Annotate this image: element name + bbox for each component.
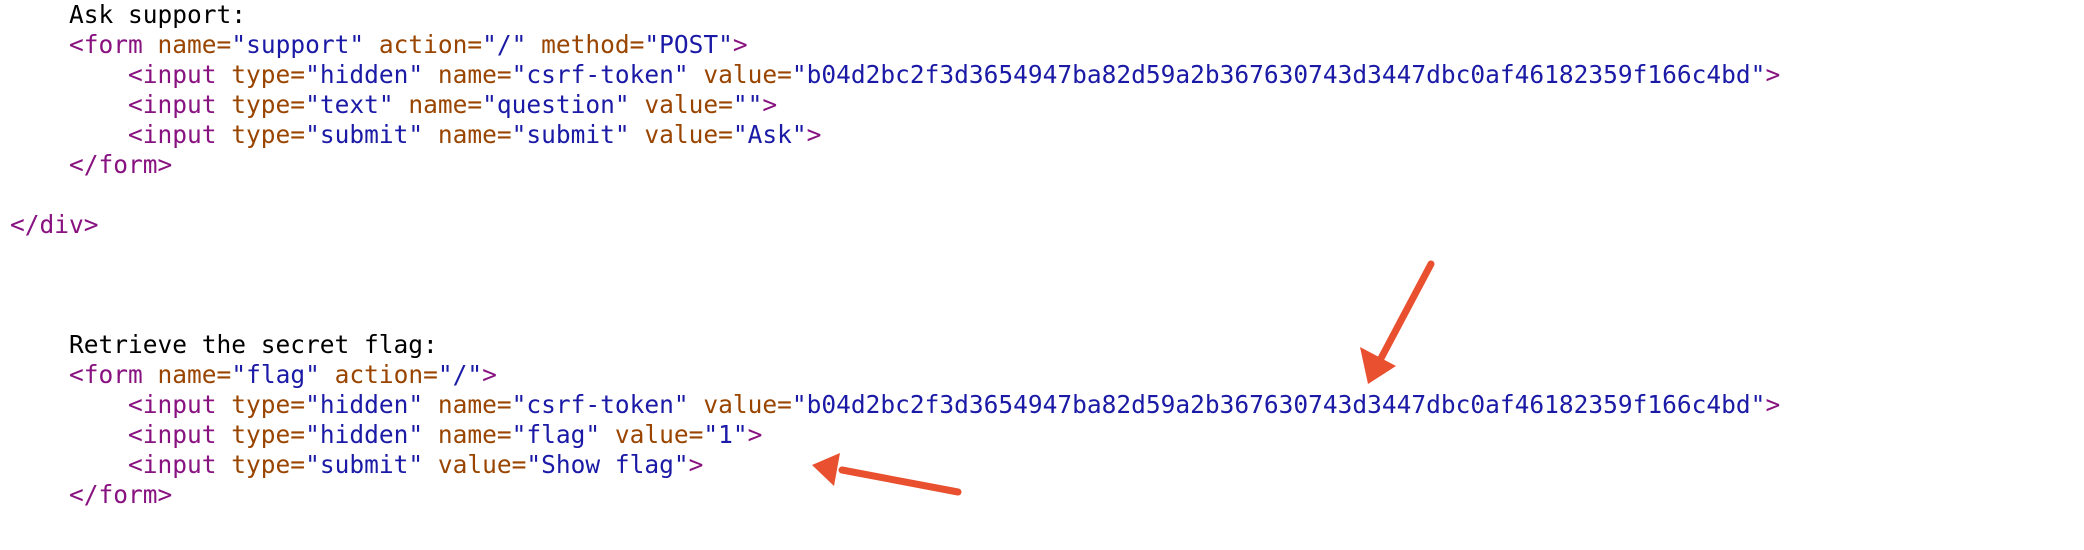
tag-open: <input — [128, 120, 217, 149]
tag-close: > — [747, 420, 763, 449]
source-line: <form name="support" action="/" method="… — [10, 30, 1780, 60]
div-close-tag: </div> — [10, 210, 99, 239]
attribute-name: name= — [437, 120, 512, 149]
attribute-value: "question" — [482, 90, 630, 119]
attribute-value: "submit" — [305, 120, 424, 149]
attribute-value: "hidden" — [305, 60, 424, 89]
attribute-value: "hidden" — [305, 420, 424, 449]
attribute-value: "csrf-token" — [511, 60, 689, 89]
tag-close: > — [806, 120, 822, 149]
attribute-name: value= — [703, 390, 792, 419]
tag-close: > — [482, 360, 497, 389]
source-line: <input type="submit" value="Show flag"> — [10, 450, 1780, 480]
attribute-value: "support" — [231, 30, 365, 59]
attribute-name: type= — [231, 120, 306, 149]
source-line: <input type="hidden" name="flag" value="… — [10, 420, 1780, 450]
source-line: Retrieve the secret flag: — [10, 330, 1780, 360]
tag-open: <input — [128, 60, 217, 89]
attribute-value: "csrf-token" — [511, 390, 689, 419]
attribute-name: method= — [541, 30, 645, 59]
tag-open: <input — [128, 450, 217, 479]
csrf-token-value: "b04d2bc2f3d3654947ba82d59a2b367630743d3… — [791, 60, 1766, 89]
tag-open: <form — [69, 360, 143, 389]
source-line: <input type="submit" name="submit" value… — [10, 120, 1780, 150]
form-close-tag: </form> — [69, 150, 173, 179]
attribute-name: name= — [437, 390, 512, 419]
attribute-name: action= — [334, 360, 438, 389]
attribute-value: "flag" — [511, 420, 601, 449]
flag-label: Retrieve the secret flag: — [69, 330, 438, 359]
tag-open: <input — [128, 420, 217, 449]
attribute-name: value= — [644, 120, 733, 149]
attribute-value: "submit" — [511, 120, 630, 149]
page-source-view: Ask support: <form name="support" action… — [10, 0, 1780, 510]
attribute-name: value= — [644, 90, 733, 119]
source-line: <input type="hidden" name="csrf-token" v… — [10, 390, 1780, 420]
attribute-value: "submit" — [305, 450, 424, 479]
attribute-name: action= — [378, 30, 483, 59]
source-line: </form> — [10, 150, 1780, 180]
tag-close: > — [762, 90, 778, 119]
attribute-name: type= — [231, 60, 306, 89]
attribute-name: name= — [157, 360, 232, 389]
tag-open: <input — [128, 390, 217, 419]
attribute-name: type= — [231, 420, 306, 449]
tag-close: > — [1765, 390, 1781, 419]
attribute-value: "1" — [703, 420, 748, 449]
source-line: <input type="text" name="question" value… — [10, 90, 1780, 120]
tag-close: > — [688, 450, 704, 479]
attribute-value: "hidden" — [305, 390, 424, 419]
attribute-name: name= — [157, 30, 232, 59]
tag-close: > — [1765, 60, 1781, 89]
attribute-value: "/" — [482, 30, 527, 59]
source-line: Ask support: — [10, 0, 1780, 30]
attribute-name: name= — [408, 90, 483, 119]
show-flag-value: "Show flag" — [526, 450, 689, 479]
attribute-value: "flag" — [231, 360, 320, 389]
attribute-value: "/" — [437, 360, 483, 389]
attribute-name: value= — [437, 450, 527, 479]
tag-open: <form — [69, 30, 143, 59]
attribute-value: "text" — [305, 90, 394, 119]
form-close-tag: </form> — [69, 480, 173, 509]
attribute-value: "POST" — [644, 30, 733, 59]
attribute-name: type= — [231, 450, 306, 479]
source-line: </form> — [10, 480, 1780, 510]
attribute-name: name= — [437, 420, 512, 449]
attribute-name: type= — [231, 90, 306, 119]
attribute-name: type= — [231, 390, 306, 419]
attribute-value: "" — [732, 90, 763, 119]
tag-close: > — [732, 30, 748, 59]
attribute-name: value= — [703, 60, 792, 89]
attribute-value: "Ask" — [732, 120, 807, 149]
csrf-token-value: "b04d2bc2f3d3654947ba82d59a2b367630743d3… — [791, 390, 1766, 419]
attribute-name: value= — [614, 420, 704, 449]
source-line: <input type="hidden" name="csrf-token" v… — [10, 60, 1780, 90]
tag-open: <input — [128, 90, 217, 119]
source-line: </div> — [10, 210, 1780, 240]
source-line: <form name="flag" action="/"> — [10, 360, 1780, 390]
attribute-name: name= — [437, 60, 512, 89]
support-label: Ask support: — [69, 0, 247, 29]
